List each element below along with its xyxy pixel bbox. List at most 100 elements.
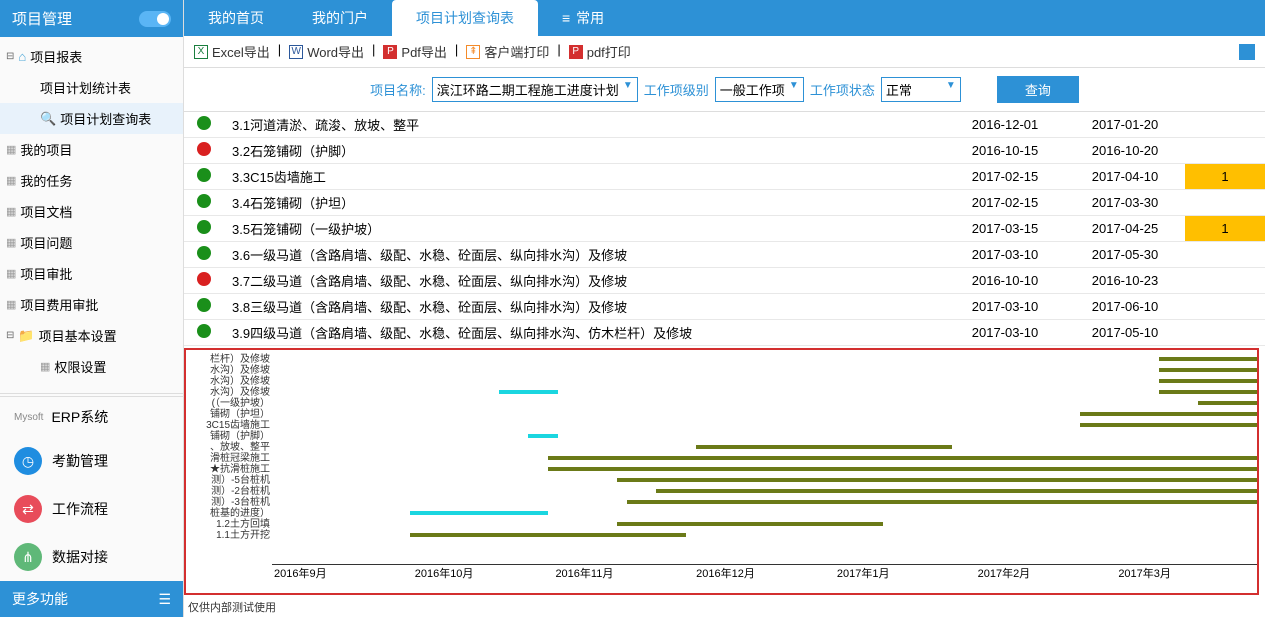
- tree-label: 项目报表: [30, 47, 82, 66]
- chart-row-label: 铺砌（护脚）: [188, 431, 270, 442]
- tree-item-5[interactable]: ▦ 项目文档: [0, 196, 183, 227]
- gantt-chart: 栏杆）及修坡水沟）及修坡水沟）及修坡水沟）及修坡(（一级护坡）铺砌（护坦）3C1…: [184, 348, 1259, 595]
- table-row[interactable]: 3.6一级马道（含路肩墙、级配、水稳、砼面层、纵向排水沟）及修坡2017-03-…: [184, 242, 1265, 268]
- row-name: 3.2石笼铺砌（护脚）: [224, 138, 945, 164]
- gantt-bar: [1198, 401, 1257, 405]
- gantt-row: [272, 475, 1257, 486]
- app-attendance[interactable]: ◷ 考勤管理: [0, 437, 183, 485]
- table-row[interactable]: 3.5石笼铺砌（一级护坡）2017-03-152017-04-251: [184, 216, 1265, 242]
- tree-item-7[interactable]: ▦ 项目审批: [0, 258, 183, 289]
- table-row[interactable]: 3.9四级马道（含路肩墙、级配、水稳、砼面层、纵向排水沟、仿木栏杆）及修坡201…: [184, 320, 1265, 346]
- row-date1: 2017-02-15: [945, 164, 1065, 190]
- word-label: Word导出: [307, 42, 364, 61]
- table-row[interactable]: 3.3C15齿墙施工2017-02-152017-04-101: [184, 164, 1265, 190]
- row-last: 1: [1185, 164, 1265, 190]
- row-last: [1185, 320, 1265, 346]
- filter-name-label: 项目名称:: [370, 80, 426, 99]
- tree-item-11[interactable]: ▦ 代码设置: [0, 382, 183, 391]
- status-dot: [197, 220, 211, 234]
- table-row[interactable]: 3.7二级马道（含路肩墙、级配、水稳、砼面层、纵向排水沟）及修坡2016-10-…: [184, 268, 1265, 294]
- table-row[interactable]: 3.2石笼铺砌（护脚）2016-10-152016-10-20: [184, 138, 1265, 164]
- status-dot: [197, 272, 211, 286]
- grid-icon: ▦: [6, 205, 16, 218]
- tree-item-10[interactable]: ▦ 权限设置: [0, 351, 183, 382]
- tree-item-8[interactable]: ▦ 项目费用审批: [0, 289, 183, 320]
- excel-export-button[interactable]: X Excel导出: [194, 42, 270, 61]
- folder-icon: 📁: [18, 328, 34, 344]
- row-date2: 2017-03-30: [1065, 190, 1185, 216]
- tree-label: 项目计划统计表: [40, 78, 131, 97]
- query-button[interactable]: 查询: [997, 76, 1079, 103]
- gantt-bar: [617, 478, 1257, 482]
- home-icon: ⌂: [18, 49, 26, 64]
- row-name: 3.8三级马道（含路肩墙、级配、水稳、砼面层、纵向排水沟）及修坡: [224, 294, 945, 320]
- tab-label: 项目计划查询表: [416, 8, 514, 28]
- nav-tree: ⊟ ⌂ 项目报表项目计划统计表🔍 项目计划查询表▦ 我的项目▦ 我的任务▦ 项目…: [0, 37, 183, 391]
- grid-icon: ▦: [6, 267, 16, 280]
- tree-label: 项目审批: [20, 264, 72, 283]
- tab-1[interactable]: 我的门户: [288, 0, 392, 36]
- save-icon[interactable]: [1239, 44, 1255, 60]
- x-tick: 2017年3月: [1116, 565, 1257, 581]
- row-date1: 2017-03-10: [945, 320, 1065, 346]
- row-last: [1185, 138, 1265, 164]
- filter-bar: 项目名称: 滨江环路二期工程施工进度计划 ▼ 工作项级别 一般工作项 ▼ 工作项…: [184, 68, 1265, 112]
- tab-2[interactable]: 项目计划查询表: [392, 0, 538, 36]
- app-workflow[interactable]: ⇄ 工作流程: [0, 485, 183, 533]
- app-datalink[interactable]: ⋔ 数据对接: [0, 533, 183, 581]
- row-name: 3.5石笼铺砌（一级护坡）: [224, 216, 945, 242]
- level-select[interactable]: 一般工作项 ▼: [715, 77, 804, 102]
- excel-label: Excel导出: [212, 42, 270, 61]
- status-select[interactable]: 正常 ▼: [881, 77, 961, 102]
- row-date2: 2016-10-23: [1065, 268, 1185, 294]
- tree-label: 项目计划查询表: [60, 109, 151, 128]
- app-erp[interactable]: Mysoft ERP系统: [0, 397, 183, 437]
- tab-0[interactable]: 我的首页: [184, 0, 288, 36]
- gantt-row: [272, 387, 1257, 398]
- table-row[interactable]: 3.4石笼铺砌（护坦）2017-02-152017-03-30: [184, 190, 1265, 216]
- tree-label: 项目基本设置: [39, 326, 117, 345]
- chart-row-label: ★抗滑桩施工: [188, 464, 270, 475]
- table-row[interactable]: 3.1河道清淤、疏浚、放坡、整平2016-12-012017-01-20: [184, 112, 1265, 138]
- tree-item-4[interactable]: ▦ 我的任务: [0, 165, 183, 196]
- chart-row-label: 测）-5台桩机: [188, 475, 270, 486]
- pdf-print-button[interactable]: P pdf打印: [569, 42, 631, 61]
- gantt-row: [272, 420, 1257, 431]
- chart-row-label: 1.1土方开挖: [188, 530, 270, 541]
- word-export-button[interactable]: W Word导出: [289, 42, 364, 61]
- pdf-export-button[interactable]: P Pdf导出: [383, 42, 447, 61]
- status-dot: [197, 324, 211, 338]
- list-icon: ≡: [562, 10, 570, 26]
- tree-label: 我的任务: [20, 171, 72, 190]
- chart-row-label: 铺砌（护坦）: [188, 409, 270, 420]
- tree-item-1[interactable]: 项目计划统计表: [0, 72, 183, 103]
- tree-item-6[interactable]: ▦ 项目问题: [0, 227, 183, 258]
- x-tick: 2016年9月: [272, 565, 413, 581]
- tree-item-0[interactable]: ⊟ ⌂ 项目报表: [0, 41, 183, 72]
- gantt-row: [272, 519, 1257, 530]
- grid-icon: ▦: [6, 236, 16, 249]
- sidebar-toggle[interactable]: [139, 11, 171, 27]
- tree-label: 项目问题: [20, 233, 72, 252]
- row-last: [1185, 190, 1265, 216]
- expand-icon: ⊟: [6, 51, 14, 62]
- chart-row-label: 测）-3台桩机: [188, 497, 270, 508]
- gantt-bar: [656, 489, 1257, 493]
- client-print-button[interactable]: ⇞ 客户端打印: [466, 42, 549, 61]
- tree-item-9[interactable]: ⊟ 📁 项目基本设置: [0, 320, 183, 351]
- status-dot: [197, 246, 211, 260]
- tree-item-2[interactable]: 🔍 项目计划查询表: [0, 103, 183, 134]
- row-name: 3.9四级马道（含路肩墙、级配、水稳、砼面层、纵向排水沟、仿木栏杆）及修坡: [224, 320, 945, 346]
- gantt-row: [272, 530, 1257, 541]
- tab-3[interactable]: ≡常用: [538, 0, 628, 36]
- table-row[interactable]: 3.8三级马道（含路肩墙、级配、水稳、砼面层、纵向排水沟）及修坡2017-03-…: [184, 294, 1265, 320]
- more-button[interactable]: 更多功能 ☰: [0, 581, 183, 617]
- client-print-label: 客户端打印: [484, 42, 549, 61]
- chart-row-label: 栏杆）及修坡: [188, 354, 270, 365]
- project-name-value: 滨江环路二期工程施工进度计划: [437, 83, 619, 98]
- status-dot: [197, 168, 211, 182]
- tree-item-3[interactable]: ▦ 我的项目: [0, 134, 183, 165]
- project-name-select[interactable]: 滨江环路二期工程施工进度计划 ▼: [432, 77, 638, 102]
- row-last: [1185, 242, 1265, 268]
- gantt-row: [272, 464, 1257, 475]
